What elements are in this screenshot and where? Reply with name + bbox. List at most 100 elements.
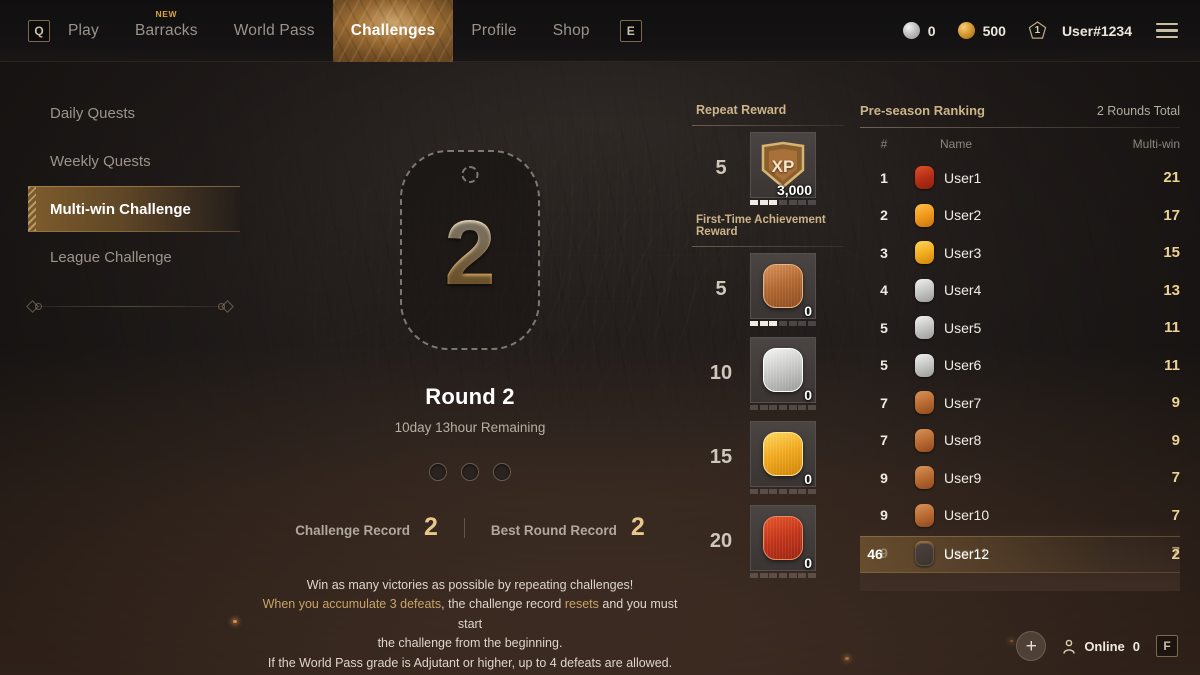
sidebar-item-league-challenge[interactable]: League Challenge bbox=[0, 234, 260, 280]
reward-slot[interactable]: 0 bbox=[750, 252, 816, 326]
challenge-category-sidebar: Daily Quests Weekly Quests Multi-win Cha… bbox=[0, 90, 260, 313]
key-hint-f[interactable]: F bbox=[1156, 635, 1178, 657]
tier-pill-icon bbox=[914, 542, 934, 566]
nav-item-label: World Pass bbox=[233, 21, 315, 39]
row-rank: 9 bbox=[880, 507, 888, 524]
reward-win-count: 5 bbox=[715, 277, 727, 300]
reward-progress-bar bbox=[750, 199, 816, 205]
reward-slot[interactable]: 0 bbox=[750, 504, 816, 578]
player-level-value: 1 bbox=[1034, 25, 1041, 36]
row-wins: 7 bbox=[1171, 506, 1180, 524]
currency-gold[interactable]: 500 bbox=[957, 22, 1006, 39]
table-row[interactable]: 9 User9 7 bbox=[860, 459, 1180, 497]
reward-slot[interactable]: XP 3,000 bbox=[750, 131, 816, 205]
reward-row-silver[interactable]: 10 0 bbox=[692, 331, 844, 415]
challenge-rules-description: Win as many victories as possible by rep… bbox=[260, 576, 680, 673]
best-round-record-label: Best Round Record bbox=[490, 523, 617, 538]
row-wins: 9 bbox=[1171, 394, 1180, 412]
reward-row-bronze[interactable]: 5 0 bbox=[692, 247, 844, 331]
gold-coin-icon bbox=[957, 22, 975, 39]
my-ranking-row[interactable]: 46 User12 2 bbox=[860, 535, 1180, 573]
round-time-remaining: 10day 13hour Remaining bbox=[394, 420, 546, 435]
hamburger-menu-icon[interactable] bbox=[1156, 22, 1178, 39]
tier-pill-icon bbox=[914, 391, 934, 415]
nav-item-label: Play bbox=[68, 21, 99, 39]
row-name: User8 bbox=[944, 432, 982, 449]
tier-pill-icon bbox=[914, 278, 934, 302]
table-row[interactable]: 5 User6 11 bbox=[860, 347, 1180, 385]
my-row-wins: 2 bbox=[1171, 545, 1180, 563]
currency-silver[interactable]: 0 bbox=[902, 22, 936, 39]
table-row[interactable]: 9 User10 7 bbox=[860, 497, 1180, 535]
challenge-record-label: Challenge Record bbox=[295, 523, 410, 538]
reward-row-gold[interactable]: 15 0 bbox=[692, 415, 844, 499]
row-name: User9 bbox=[944, 469, 982, 486]
table-row[interactable]: 5 User5 11 bbox=[860, 309, 1180, 347]
reward-slot[interactable]: 0 bbox=[750, 420, 816, 494]
ember-particle bbox=[233, 620, 237, 623]
nav-item-profile[interactable]: Profile bbox=[453, 0, 534, 62]
row-wins: 11 bbox=[1164, 319, 1180, 337]
ranking-column-headers: # Name Multi-win bbox=[860, 128, 1180, 159]
rules-line-2-mid: , the challenge record bbox=[441, 597, 565, 612]
player-name: User#1234 bbox=[1061, 22, 1132, 39]
reward-row-red[interactable]: 20 0 bbox=[692, 499, 844, 583]
row-rank: 7 bbox=[880, 432, 888, 449]
defeat-slot bbox=[429, 463, 447, 481]
tier-pill-icon bbox=[914, 353, 934, 377]
key-hint-e[interactable]: E bbox=[619, 19, 642, 42]
sidebar-item-multi-win-challenge[interactable]: Multi-win Challenge bbox=[0, 186, 260, 232]
column-header-rank: # bbox=[880, 136, 888, 151]
gold-medal-icon bbox=[763, 431, 803, 476]
row-rank: 3 bbox=[880, 244, 888, 261]
table-row[interactable]: 1 User1 21 bbox=[860, 159, 1180, 197]
rules-line-2: When you accumulate 3 defeats, the chall… bbox=[260, 595, 680, 634]
ranking-list[interactable]: 1 User1 21 2 User2 17 3 User3 15 4 User4 bbox=[860, 159, 1180, 591]
reward-item-box: XP 3,000 bbox=[750, 131, 816, 198]
online-count: 0 bbox=[1132, 638, 1140, 654]
online-friends-status[interactable]: Online 0 bbox=[1062, 639, 1140, 654]
reward-quantity: 0 bbox=[804, 470, 812, 487]
nav-item-play[interactable]: Play bbox=[50, 0, 117, 62]
repeat-reward-header: Repeat Reward bbox=[696, 103, 787, 117]
nav-item-barracks[interactable]: NEW Barracks bbox=[117, 0, 216, 62]
reward-win-count: 20 bbox=[709, 529, 733, 552]
sidebar-item-daily-quests[interactable]: Daily Quests bbox=[0, 90, 260, 136]
table-row[interactable]: 7 User8 9 bbox=[860, 422, 1180, 460]
round-number-value: 2 bbox=[444, 202, 496, 304]
reward-win-count: 10 bbox=[709, 361, 733, 384]
nav-item-world-pass[interactable]: World Pass bbox=[216, 0, 333, 62]
tier-pill-icon bbox=[914, 203, 934, 227]
row-rank: 5 bbox=[880, 319, 888, 336]
reward-row-repeat-xp[interactable]: 5 XP 3,000 bbox=[692, 126, 844, 210]
nav-item-challenges[interactable]: Challenges bbox=[332, 0, 454, 62]
table-row[interactable]: 4 User4 13 bbox=[860, 272, 1180, 310]
key-hint-q[interactable]: Q bbox=[28, 19, 50, 42]
rules-resets-highlight: resets bbox=[564, 597, 599, 612]
table-row[interactable]: 2 User2 17 bbox=[860, 197, 1180, 235]
reward-item-box: 0 bbox=[750, 336, 816, 403]
tier-pill-icon bbox=[914, 503, 934, 527]
row-wins: 13 bbox=[1163, 281, 1180, 299]
reward-win-count: 5 bbox=[715, 156, 727, 179]
add-friend-button[interactable]: + bbox=[1016, 631, 1047, 661]
nav-item-shop[interactable]: Shop bbox=[535, 0, 608, 62]
nav-item-label: Shop bbox=[552, 21, 590, 39]
reward-quantity: 0 bbox=[804, 554, 812, 571]
reward-slot[interactable]: 0 bbox=[750, 336, 816, 410]
best-round-record: Best Round Record 2 bbox=[491, 513, 645, 542]
player-profile-chip[interactable]: 1 User#1234 bbox=[1028, 21, 1132, 40]
rules-defeats-highlight: When you accumulate 3 defeats bbox=[262, 597, 442, 612]
top-navigation-bar: Q Play NEW Barracks World Pass Challenge… bbox=[0, 0, 1200, 62]
sidebar-item-label: Daily Quests bbox=[50, 104, 136, 122]
table-row[interactable]: 7 User7 9 bbox=[860, 384, 1180, 422]
sidebar-item-weekly-quests[interactable]: Weekly Quests bbox=[0, 138, 260, 184]
defeat-slot bbox=[493, 463, 511, 481]
my-row-name: User12 bbox=[944, 546, 990, 563]
reward-quantity: 3,000 bbox=[776, 181, 812, 198]
sidebar-item-label: Multi-win Challenge bbox=[50, 200, 191, 218]
reward-progress-bar bbox=[750, 404, 816, 410]
table-row[interactable]: 3 User3 15 bbox=[860, 234, 1180, 272]
reward-item-box: 0 bbox=[750, 420, 816, 487]
reward-win-count: 15 bbox=[709, 445, 733, 468]
